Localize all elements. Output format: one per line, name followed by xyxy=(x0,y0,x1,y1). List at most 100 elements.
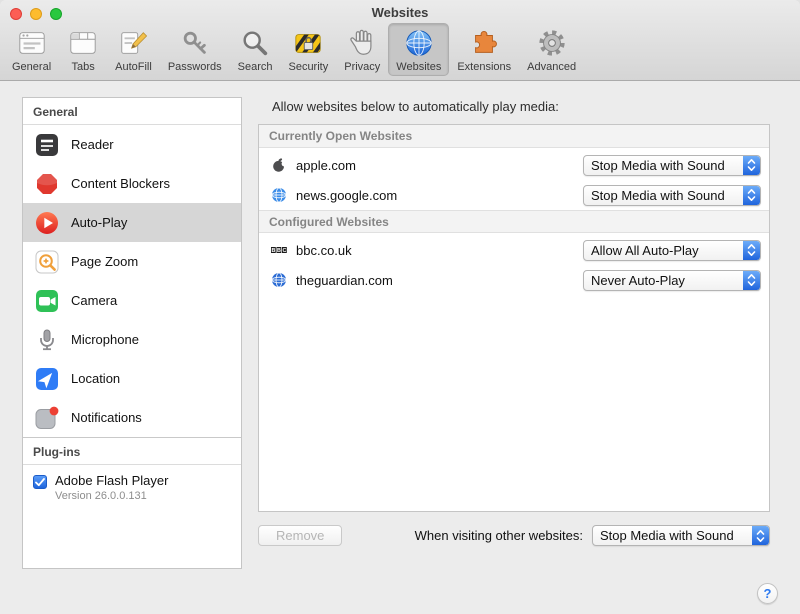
tab-label: Tabs xyxy=(72,61,95,73)
microphone-icon xyxy=(35,328,59,352)
panel-description: Allow websites below to automatically pl… xyxy=(272,99,770,114)
popup-value: Allow All Auto-Play xyxy=(584,243,743,258)
globe-favicon xyxy=(271,187,287,203)
svg-text:B: B xyxy=(271,248,275,254)
privacy-icon xyxy=(346,27,378,59)
popup-value: Never Auto-Play xyxy=(584,273,743,288)
camera-icon xyxy=(35,289,59,313)
safari-preferences-window: Websites General Tabs AutoFill xyxy=(0,0,800,614)
plugin-name: Adobe Flash Player xyxy=(55,473,168,488)
site-name: theguardian.com xyxy=(296,273,583,288)
sidebar-item-page-zoom[interactable]: Page Zoom xyxy=(23,242,241,281)
popup-value: Stop Media with Sound xyxy=(584,188,743,203)
security-icon xyxy=(292,27,324,59)
tab-label: Privacy xyxy=(344,61,380,73)
tab-search[interactable]: Search xyxy=(230,23,281,76)
site-row-guardian[interactable]: theguardian.com Never Auto-Play xyxy=(259,265,769,295)
sidebar-item-notifications[interactable]: Notifications xyxy=(23,398,241,437)
passwords-icon xyxy=(179,27,211,59)
tab-general[interactable]: General xyxy=(4,23,59,76)
sidebar-item-location[interactable]: Location xyxy=(23,359,241,398)
sidebar-section-header-general: General xyxy=(23,98,241,125)
content-blockers-icon xyxy=(35,172,59,196)
window-title: Websites xyxy=(0,5,800,20)
tab-autofill[interactable]: AutoFill xyxy=(107,23,160,76)
sidebar-item-adobe-flash-player[interactable]: Adobe Flash Player Version 26.0.0.131 xyxy=(23,465,241,510)
websites-list: Currently Open Websites apple.com Stop M… xyxy=(258,124,770,512)
site-name: news.google.com xyxy=(296,188,583,203)
popup-stepper-icon xyxy=(743,186,760,205)
group-header-currently-open: Currently Open Websites xyxy=(259,125,769,148)
search-icon xyxy=(239,27,271,59)
tab-advanced[interactable]: Advanced xyxy=(519,23,584,76)
tab-tabs[interactable]: Tabs xyxy=(59,23,107,76)
tab-label: Search xyxy=(238,61,273,73)
tab-privacy[interactable]: Privacy xyxy=(336,23,388,76)
site-row-bbc[interactable]: BBC bbc.co.uk Allow All Auto-Play xyxy=(259,235,769,265)
tab-label: AutoFill xyxy=(115,61,152,73)
popup-value: Stop Media with Sound xyxy=(593,528,752,543)
sidebar: General Reader Content Blockers Auto-Pla… xyxy=(22,97,242,569)
sidebar-item-microphone[interactable]: Microphone xyxy=(23,320,241,359)
help-button[interactable]: ? xyxy=(757,583,778,604)
tab-websites[interactable]: Websites xyxy=(388,23,449,76)
site-name: apple.com xyxy=(296,158,583,173)
tab-label: Advanced xyxy=(527,61,576,73)
svg-text:C: C xyxy=(282,248,286,254)
tab-label: Extensions xyxy=(457,61,511,73)
other-websites-select[interactable]: Stop Media with Sound xyxy=(592,525,770,546)
other-websites-label: When visiting other websites: xyxy=(415,528,592,543)
autofill-icon xyxy=(117,27,149,59)
advanced-icon xyxy=(536,27,568,59)
sidebar-item-label: Notifications xyxy=(71,410,142,425)
tab-security[interactable]: Security xyxy=(280,23,336,76)
autoplay-policy-select[interactable]: Never Auto-Play xyxy=(583,270,761,291)
general-icon xyxy=(16,27,48,59)
sidebar-item-label: Camera xyxy=(71,293,117,308)
group-header-configured: Configured Websites xyxy=(259,210,769,233)
globe-favicon xyxy=(271,272,287,288)
sidebar-item-label: Page Zoom xyxy=(71,254,138,269)
sidebar-item-content-blockers[interactable]: Content Blockers xyxy=(23,164,241,203)
websites-icon xyxy=(403,27,435,59)
title-toolbar: Websites General Tabs AutoFill xyxy=(0,0,800,81)
svg-text:B: B xyxy=(277,248,281,254)
tabs-icon xyxy=(67,27,99,59)
panel-footer: Remove When visiting other websites: Sto… xyxy=(258,525,770,546)
sidebar-item-label: Content Blockers xyxy=(71,176,170,191)
sidebar-section-plugins: Plug-ins Adobe Flash Player Version 26.0… xyxy=(23,437,241,510)
site-name: bbc.co.uk xyxy=(296,243,583,258)
popup-value: Stop Media with Sound xyxy=(584,158,743,173)
sidebar-item-label: Microphone xyxy=(71,332,139,347)
sidebar-item-camera[interactable]: Camera xyxy=(23,281,241,320)
bbc-favicon: BBC xyxy=(271,242,287,258)
content-area: General Reader Content Blockers Auto-Pla… xyxy=(0,81,800,614)
apple-favicon xyxy=(271,157,287,173)
tab-extensions[interactable]: Extensions xyxy=(449,23,519,76)
sidebar-item-label: Auto-Play xyxy=(71,215,127,230)
tab-passwords[interactable]: Passwords xyxy=(160,23,230,76)
remove-button[interactable]: Remove xyxy=(258,525,342,546)
sidebar-item-reader[interactable]: Reader xyxy=(23,125,241,164)
tab-label: Websites xyxy=(396,61,441,73)
sidebar-item-label: Reader xyxy=(71,137,114,152)
flash-enabled-checkbox[interactable] xyxy=(33,475,47,489)
page-zoom-icon xyxy=(35,250,59,274)
sidebar-item-auto-play[interactable]: Auto-Play xyxy=(23,203,241,242)
extensions-icon xyxy=(468,27,500,59)
popup-stepper-icon xyxy=(743,271,760,290)
autoplay-policy-select[interactable]: Stop Media with Sound xyxy=(583,185,761,206)
reader-icon xyxy=(35,133,59,157)
tab-label: General xyxy=(12,61,51,73)
sidebar-section-header-plugins: Plug-ins xyxy=(23,438,241,465)
autoplay-icon xyxy=(35,211,59,235)
popup-stepper-icon xyxy=(743,241,760,260)
tab-label: Passwords xyxy=(168,61,222,73)
sidebar-item-label: Location xyxy=(71,371,120,386)
notifications-icon xyxy=(35,406,59,430)
autoplay-policy-select[interactable]: Allow All Auto-Play xyxy=(583,240,761,261)
site-row-apple[interactable]: apple.com Stop Media with Sound xyxy=(259,150,769,180)
autoplay-policy-select[interactable]: Stop Media with Sound xyxy=(583,155,761,176)
site-row-news-google[interactable]: news.google.com Stop Media with Sound xyxy=(259,180,769,210)
preferences-toolbar: General Tabs AutoFill Passwords xyxy=(4,23,584,76)
